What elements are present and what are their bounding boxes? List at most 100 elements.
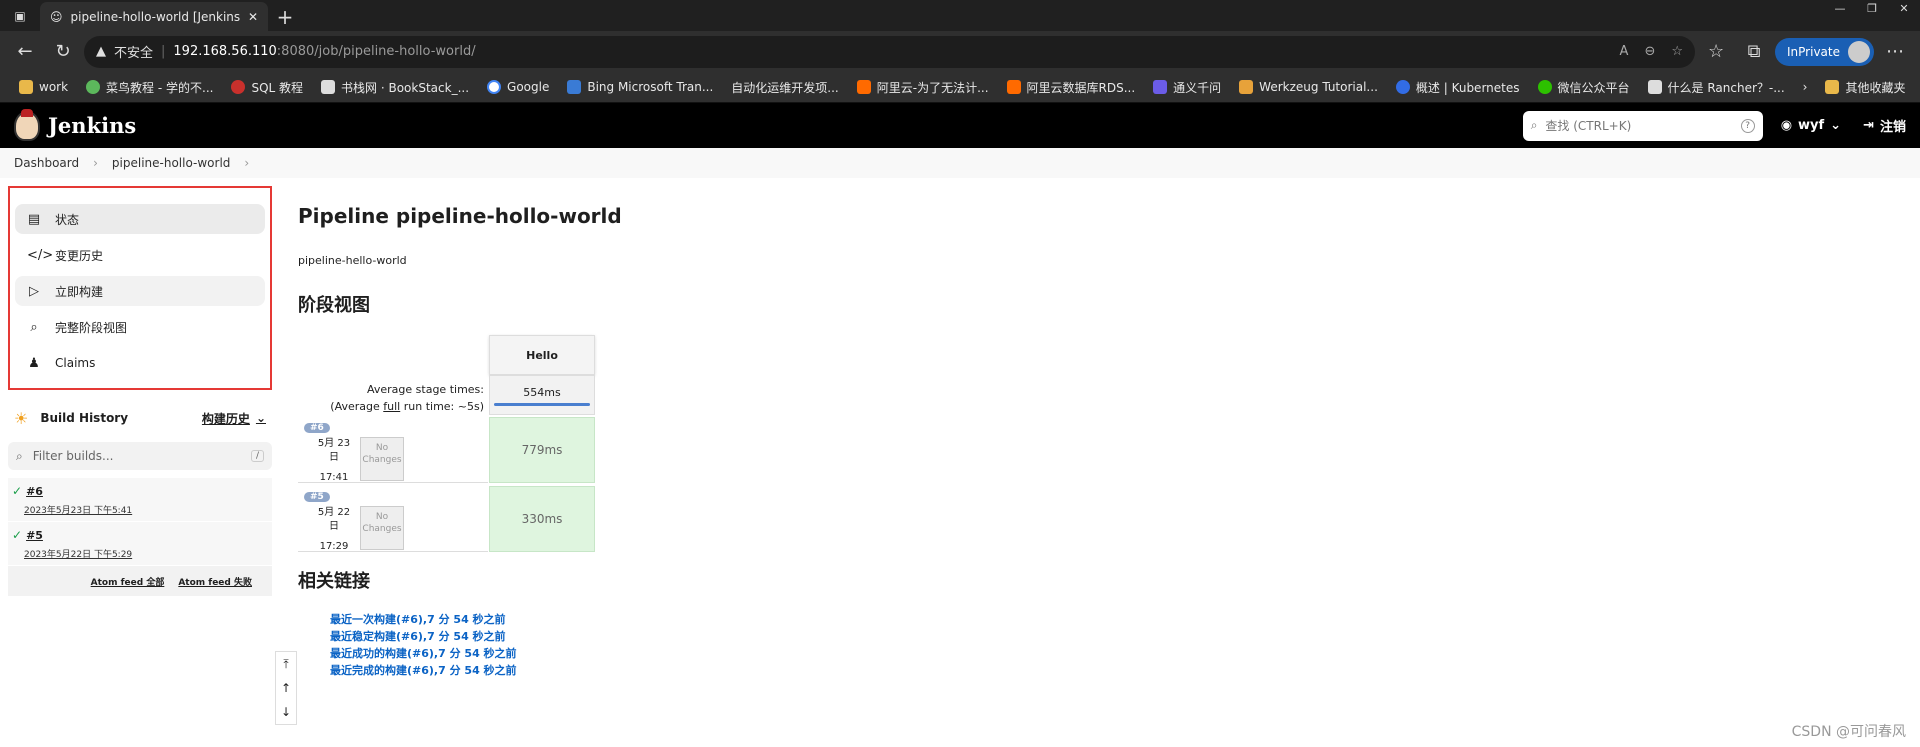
breadcrumb-dashboard[interactable]: Dashboard bbox=[14, 156, 79, 170]
scroll-top-icon[interactable]: ⤒ bbox=[276, 652, 296, 676]
bookmark-aliyun[interactable]: 阿里云-为了无法计... bbox=[848, 79, 998, 96]
collections-icon[interactable]: ⧉ bbox=[1737, 35, 1771, 69]
close-window-icon[interactable]: ✕ bbox=[1888, 0, 1920, 16]
logout-link[interactable]: ⇥ 注销 bbox=[1863, 116, 1906, 135]
tab-actions-icon[interactable]: ▣ bbox=[0, 0, 40, 31]
chevron-down-icon: ⌄ bbox=[255, 411, 266, 425]
restore-icon[interactable]: ❐ bbox=[1856, 0, 1888, 16]
stage-cell-success[interactable]: 330ms bbox=[489, 486, 595, 552]
inprivate-label: InPrivate bbox=[1787, 44, 1840, 59]
avg-value: 554ms bbox=[523, 386, 561, 399]
scroll-down-icon[interactable]: ↓ bbox=[276, 700, 296, 724]
bookmark-google[interactable]: Google bbox=[478, 80, 558, 94]
stage-build-row[interactable]: #6 5月 23 日 17:41 No Changes bbox=[298, 417, 488, 483]
chevron-right-icon[interactable]: › bbox=[1794, 80, 1817, 94]
favorites-icon[interactable]: ☆ bbox=[1699, 35, 1733, 69]
user-icon: ◉ bbox=[1780, 118, 1793, 133]
search-icon: ⌕ bbox=[30, 319, 38, 335]
bookmark-devops[interactable]: 自动化运维开发项... bbox=[722, 79, 847, 96]
runoob-icon bbox=[86, 80, 101, 94]
bookmark-label: 概述 | Kubernetes bbox=[1415, 80, 1520, 95]
task-label: 状态 bbox=[55, 212, 80, 227]
new-tab-button[interactable]: + bbox=[268, 2, 302, 31]
bookmark-other[interactable]: 其他收藏夹 bbox=[1816, 79, 1914, 96]
task-label: 立即构建 bbox=[55, 284, 104, 299]
bookmark-label: 通义千问 bbox=[1173, 80, 1222, 95]
inprivate-badge[interactable]: InPrivate bbox=[1775, 37, 1874, 66]
user-menu[interactable]: ◉ wyf ⌄ bbox=[1781, 118, 1841, 133]
stage-build-row[interactable]: #5 5月 22 日 17:29 No Changes bbox=[298, 486, 488, 552]
main-area: ▤ 状态 </> 变更历史 ▷ 立即构建 ⌕ 完整阶段视图 ♟ Claims ☀ Buil… bbox=[0, 178, 1920, 725]
link-last-completed[interactable]: 最近完成的构建(#6),7 分 54 秒之前 bbox=[330, 662, 1920, 679]
breadcrumb-separator-icon[interactable]: › bbox=[244, 156, 249, 170]
build-item[interactable]: ✓ #5 2023年5月22日 下午5:29 bbox=[8, 522, 272, 566]
date-line: 5月 22 bbox=[317, 507, 351, 518]
warning-icon[interactable]: ▲ bbox=[96, 44, 106, 59]
wechat-icon bbox=[1537, 80, 1552, 94]
minimize-icon[interactable]: — bbox=[1824, 0, 1856, 16]
more-icon[interactable]: ⋯ bbox=[1878, 35, 1912, 69]
build-item[interactable]: ✓ #6 2023年5月23日 下午5:41 bbox=[8, 478, 272, 522]
build-date[interactable]: 2023年5月22日 下午5:29 bbox=[24, 547, 268, 560]
close-tab-icon[interactable]: ✕ bbox=[248, 10, 258, 24]
bookmark-sql[interactable]: SQL 教程 bbox=[222, 79, 312, 96]
url-box[interactable]: ▲ 不安全 | 192.168.56.110:8080/job/pipeline… bbox=[84, 35, 1696, 68]
link-last-stable[interactable]: 最近稳定构建(#6),7 分 54 秒之前 bbox=[330, 628, 1920, 645]
task-status[interactable]: ▤ 状态 bbox=[15, 204, 265, 234]
link-last-build[interactable]: 最近一次构建(#6),7 分 54 秒之前 bbox=[330, 611, 1920, 628]
bookmark-runoob[interactable]: 菜鸟教程 - 学的不... bbox=[77, 79, 222, 96]
bookmark-bing[interactable]: Bing Microsoft Tran... bbox=[558, 80, 722, 94]
code-icon: </> bbox=[27, 247, 54, 263]
jenkins-logo[interactable]: Jenkins bbox=[14, 108, 136, 141]
task-build-now[interactable]: ▷ 立即构建 bbox=[15, 276, 265, 306]
filter-builds-input[interactable]: ⌕ Filter builds... / bbox=[8, 442, 272, 470]
scroll-up-icon[interactable]: ↑ bbox=[276, 676, 296, 700]
build-date[interactable]: 2023年5月23日 下午5:41 bbox=[24, 503, 268, 516]
bookmark-work[interactable]: work bbox=[10, 80, 77, 94]
browser-tab[interactable]: ☺ pipeline-hollo-world [Jenkins] ✕ bbox=[40, 2, 268, 31]
bookmark-label: 阿里云-为了无法计... bbox=[876, 80, 989, 95]
bookmark-label: Bing Microsoft Tran... bbox=[587, 80, 714, 94]
read-aloud-icon[interactable]: A bbox=[1620, 44, 1629, 59]
search-box[interactable]: ⌕ 查找 (CTRL+K) ? bbox=[1522, 110, 1763, 141]
url-text[interactable]: 192.168.56.110:8080/job/pipeline-hollo-w… bbox=[173, 44, 475, 59]
bookmark-label: 阿里云数据库RDS... bbox=[1026, 80, 1136, 95]
help-icon[interactable]: ? bbox=[1740, 118, 1755, 133]
page-title: Pipeline pipeline-hollo-world bbox=[298, 204, 622, 228]
task-list: ▤ 状态 </> 变更历史 ▷ 立即构建 ⌕ 完整阶段视图 ♟ Claims bbox=[8, 186, 272, 390]
stage-cell-success[interactable]: 779ms bbox=[489, 417, 595, 483]
build-badge[interactable]: #5 bbox=[304, 492, 330, 502]
task-full-stage-view[interactable]: ⌕ 完整阶段视图 bbox=[15, 312, 265, 342]
page-icon bbox=[1647, 80, 1662, 94]
document-icon: ▤ bbox=[27, 211, 41, 227]
bookmark-label: Werkzeug Tutorial... bbox=[1259, 80, 1378, 94]
feed-fail-link[interactable]: Atom feed 失败 bbox=[178, 575, 252, 588]
build-number[interactable]: #6 bbox=[26, 485, 43, 498]
favorite-icon[interactable]: ☆ bbox=[1671, 44, 1683, 59]
bookmark-tongyi[interactable]: 通义千问 bbox=[1144, 79, 1230, 96]
logout-label: 注销 bbox=[1879, 120, 1906, 135]
link-last-successful[interactable]: 最近成功的构建(#6),7 分 54 秒之前 bbox=[330, 645, 1920, 662]
avg-text: run time: ~5s) bbox=[400, 400, 484, 413]
bookmark-kubernetes[interactable]: 概述 | Kubernetes bbox=[1387, 79, 1529, 96]
security-label[interactable]: 不安全 bbox=[114, 42, 153, 61]
bookmark-rancher[interactable]: 什么是 Rancher？-... bbox=[1639, 79, 1794, 96]
build-badge[interactable]: #6 bbox=[304, 423, 330, 433]
back-icon[interactable]: ← bbox=[8, 35, 42, 69]
chevron-down-icon: ⌄ bbox=[1830, 118, 1842, 133]
task-claims[interactable]: ♟ Claims bbox=[15, 348, 265, 378]
build-number[interactable]: #5 bbox=[26, 529, 43, 542]
avg-text: (Average bbox=[330, 400, 384, 413]
trend-link[interactable]: 构建历史 ⌄ bbox=[202, 410, 266, 427]
full-link[interactable]: full bbox=[383, 400, 400, 413]
bookmark-aliyun-rds[interactable]: 阿里云数据库RDS... bbox=[998, 79, 1145, 96]
feed-all-link[interactable]: Atom feed 全部 bbox=[91, 575, 165, 588]
bookmark-bookstack[interactable]: 书栈网 · BookStack_... bbox=[312, 79, 478, 96]
zoom-icon[interactable]: ⊖ bbox=[1644, 44, 1655, 59]
task-changes[interactable]: </> 变更历史 bbox=[15, 240, 265, 270]
watermark: CSDN @可问春风 bbox=[1791, 724, 1906, 740]
refresh-icon[interactable]: ↻ bbox=[46, 35, 80, 69]
bookmark-werkzeug[interactable]: Werkzeug Tutorial... bbox=[1230, 80, 1387, 94]
breadcrumb-job[interactable]: pipeline-hollo-world bbox=[112, 156, 231, 170]
bookmark-wechat[interactable]: 微信公众平台 bbox=[1529, 79, 1639, 96]
